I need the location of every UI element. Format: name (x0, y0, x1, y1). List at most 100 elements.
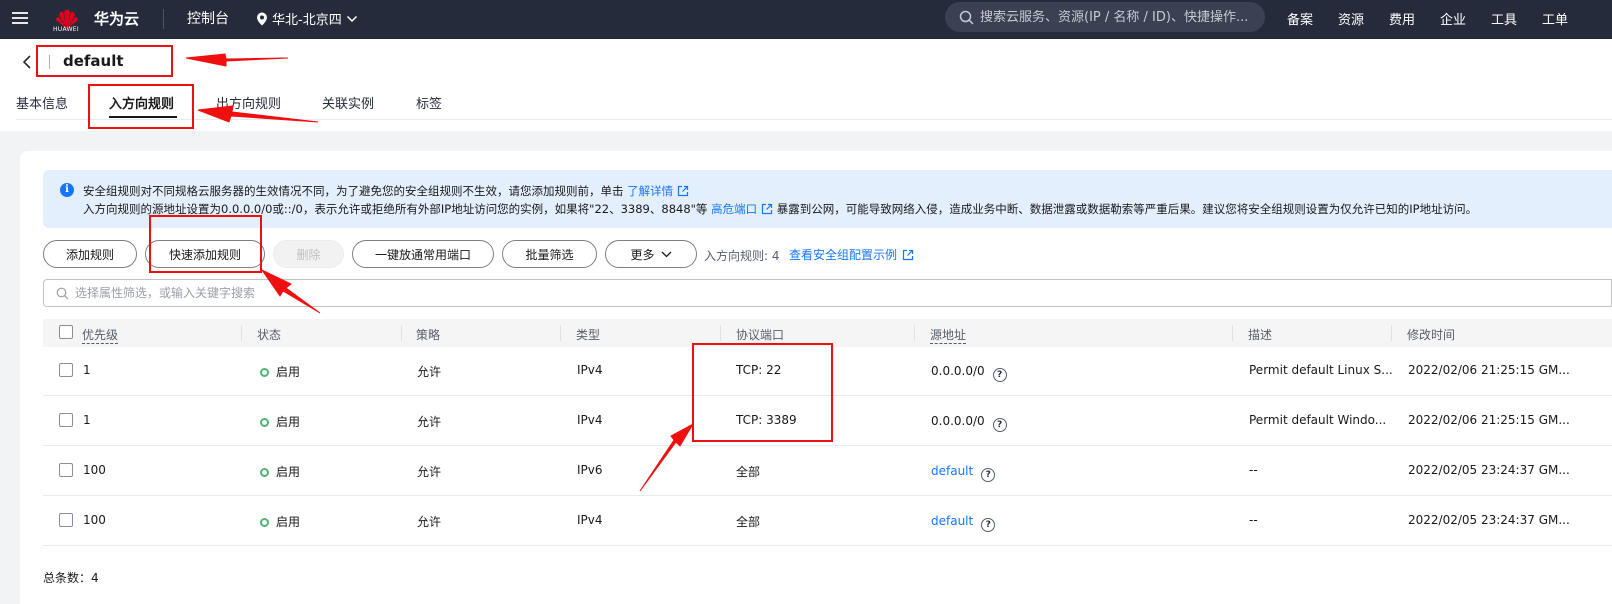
global-search-input[interactable] (980, 9, 1250, 25)
help-icon[interactable]: ? (981, 518, 996, 532)
cell-type: IPv6 (577, 463, 603, 477)
cell-policy: 允许 (417, 515, 442, 529)
cell-source: default? (931, 464, 996, 482)
help-icon[interactable]: ? (992, 368, 1007, 382)
row-checkbox[interactable] (59, 513, 73, 527)
tab-inbound-rules[interactable]: 入方向规则 (109, 93, 174, 112)
nav-resources[interactable]: 资源 (1338, 9, 1364, 28)
cell-status-label: 启用 (276, 465, 301, 479)
header-priority[interactable]: 优先级 (82, 326, 119, 344)
help-icon[interactable]: ? (981, 468, 996, 482)
search-icon (959, 10, 974, 25)
search-icon (56, 287, 69, 299)
region-label: 华北-北京四 (272, 13, 342, 28)
page-title: default (63, 52, 124, 70)
notice-text-2a: 入方向规则的源地址设置为0.0.0.0/0或::/0，表示允许或拒绝所有外部IP… (83, 202, 708, 216)
cell-protocol-port: TCP: 3389 (736, 413, 797, 427)
tab-outbound-rules[interactable]: 出方向规则 (216, 93, 281, 112)
nav-enterprise[interactable]: 企业 (1440, 9, 1466, 28)
tabs-divider (16, 119, 1612, 120)
source-group-link[interactable]: default (931, 514, 973, 528)
cell-status: 启用 (260, 463, 300, 480)
column-separator[interactable] (1391, 325, 1392, 341)
row-checkbox[interactable] (59, 413, 73, 427)
info-icon: i (60, 183, 74, 197)
nav-tools[interactable]: 工具 (1491, 9, 1517, 28)
cell-status-label: 启用 (276, 515, 301, 529)
nav-billing[interactable]: 费用 (1389, 9, 1415, 28)
chevron-down-icon (661, 251, 671, 257)
config-example-link[interactable]: 查看安全组配置示例 (789, 246, 914, 263)
more-dropdown-button[interactable]: 更多 (605, 240, 697, 268)
cell-source: default? (931, 514, 996, 532)
tab-tags[interactable]: 标签 (416, 93, 442, 112)
header-description: 描述 (1248, 328, 1273, 342)
source-address: 0.0.0.0/0 (931, 364, 985, 378)
header-protocol-port[interactable]: 协议端口 (736, 326, 785, 344)
batch-filter-button[interactable]: 批量筛选 (502, 240, 597, 268)
column-separator[interactable] (241, 325, 242, 341)
column-separator[interactable] (1232, 325, 1233, 341)
status-enabled-icon (260, 468, 269, 477)
tab-associated-instances[interactable]: 关联实例 (322, 93, 374, 112)
back-arrow-icon[interactable] (20, 54, 34, 70)
cell-modified-time: 2022/02/05 23:24:37 GM... (1408, 463, 1570, 477)
quick-add-rule-button[interactable]: 快速添加规则 (145, 240, 265, 268)
filter-search-box[interactable] (43, 279, 1612, 307)
header-modified-time: 修改时间 (1407, 328, 1456, 342)
row-checkbox[interactable] (59, 363, 73, 377)
cell-protocol-port: TCP: 22 (736, 363, 782, 377)
inbound-rule-count: 入方向规则: 4 (704, 249, 780, 263)
external-link-icon (678, 185, 689, 197)
cell-type: IPv4 (577, 363, 603, 377)
cell-modified-time: 2022/02/06 21:25:15 GM... (1408, 363, 1570, 377)
logo-text: HUAWEI (53, 26, 79, 33)
cell-priority: 1 (83, 413, 91, 427)
cell-priority: 100 (83, 463, 106, 477)
cell-description: -- (1249, 463, 1258, 477)
global-search-box[interactable] (945, 2, 1265, 32)
source-group-link[interactable]: default (931, 464, 973, 478)
status-enabled-icon (260, 368, 269, 377)
external-link-icon (761, 203, 773, 215)
cell-source: 0.0.0.0/0? (931, 364, 1007, 382)
cell-status-label: 启用 (276, 415, 301, 429)
tab-basic-info[interactable]: 基本信息 (16, 93, 68, 112)
cell-status: 启用 (260, 413, 300, 430)
column-separator[interactable] (914, 325, 915, 341)
nav-tickets[interactable]: 工单 (1542, 9, 1568, 28)
column-separator[interactable] (401, 325, 402, 341)
nav-icp-filing[interactable]: 备案 (1287, 9, 1313, 28)
region-selector[interactable]: 华北-北京四 (256, 9, 358, 28)
column-separator[interactable] (560, 325, 561, 341)
divider (163, 9, 164, 29)
brand-name[interactable]: 华为云 (94, 8, 139, 29)
high-risk-ports-label: 高危端口 (711, 202, 758, 216)
open-common-ports-button[interactable]: 一键放通常用端口 (352, 240, 494, 268)
hamburger-menu-icon[interactable] (10, 9, 30, 29)
cell-description: Permit default Linux S... (1249, 363, 1393, 377)
cell-type: IPv4 (577, 413, 603, 427)
cell-modified-time: 2022/02/06 21:25:15 GM... (1408, 413, 1570, 427)
header-priority-label: 优先级 (82, 328, 119, 344)
cell-status: 启用 (260, 363, 300, 380)
notice-line-2: 入方向规则的源地址设置为0.0.0.0/0或::/0，表示允许或拒绝所有外部IP… (83, 201, 1477, 217)
title-separator (49, 55, 50, 69)
row-checkbox[interactable] (59, 463, 73, 477)
console-link[interactable]: 控制台 (187, 8, 229, 28)
filter-search-input[interactable] (75, 286, 475, 300)
cell-priority: 1 (83, 363, 91, 377)
header-source[interactable]: 源地址 (930, 326, 967, 344)
more-label: 更多 (630, 247, 655, 262)
select-all-checkbox[interactable] (59, 325, 73, 339)
header-type: 类型 (576, 328, 601, 342)
add-rule-button[interactable]: 添加规则 (43, 240, 137, 268)
cell-policy: 允许 (417, 365, 442, 379)
header-policy: 策略 (416, 328, 441, 342)
column-separator[interactable] (720, 325, 721, 341)
delete-button[interactable]: 删除 (273, 240, 344, 268)
learn-more-link[interactable]: 了解详情 (627, 184, 689, 198)
high-risk-ports-link[interactable]: 高危端口 (711, 202, 773, 216)
cell-protocol-port: 全部 (736, 515, 761, 529)
help-icon[interactable]: ? (992, 418, 1007, 432)
